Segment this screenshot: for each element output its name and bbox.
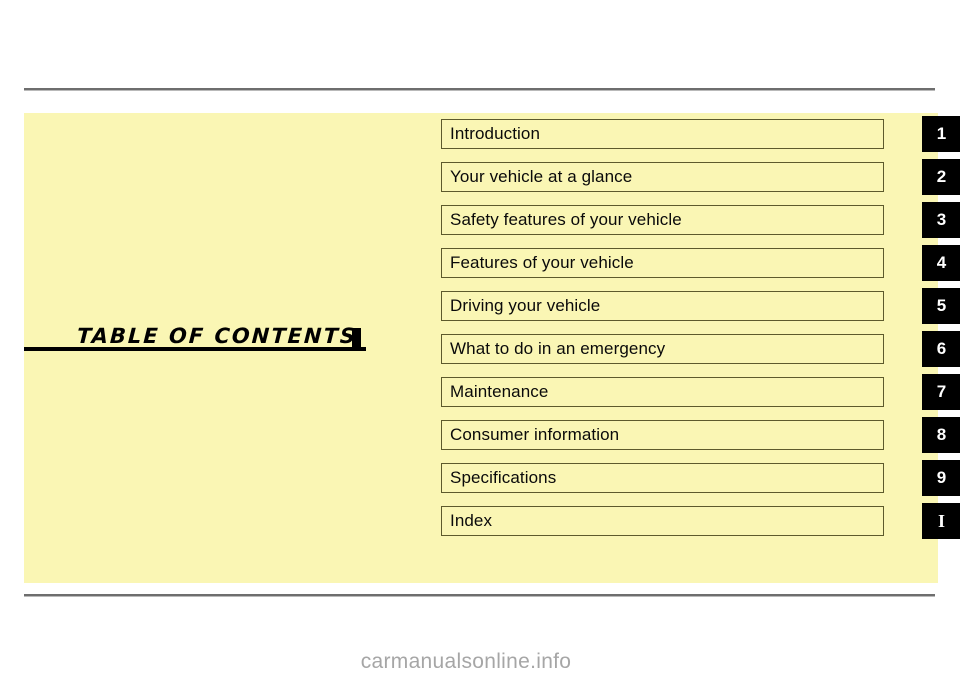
document-page: TABLE OF CONTENTS Introduction 1 Your ve… [0,0,960,689]
toc-badge-1[interactable]: 1 [922,116,960,152]
toc-entry-index[interactable]: Index [441,506,884,536]
table-of-contents-row: Your vehicle at a glance 2 [441,159,960,195]
toc-badge-5[interactable]: 5 [922,288,960,324]
table-of-contents-row: Consumer information 8 [441,417,960,453]
toc-badge-index[interactable]: I [922,503,960,539]
table-of-contents-row: Features of your vehicle 4 [441,245,960,281]
table-of-contents-row: Introduction 1 [441,116,960,152]
table-of-contents-row: Safety features of your vehicle 3 [441,202,960,238]
footer-rule [24,594,935,597]
toc-entry-consumer-information[interactable]: Consumer information [441,420,884,450]
toc-badge-9[interactable]: 9 [922,460,960,496]
toc-entry-features-of-your-vehicle[interactable]: Features of your vehicle [441,248,884,278]
table-of-contents-row: Specifications 9 [441,460,960,496]
toc-badge-4[interactable]: 4 [922,245,960,281]
table-of-contents-row: Maintenance 7 [441,374,960,410]
toc-entry-your-vehicle-at-a-glance[interactable]: Your vehicle at a glance [441,162,884,192]
toc-entry-driving-your-vehicle[interactable]: Driving your vehicle [441,291,884,321]
toc-badge-8[interactable]: 8 [922,417,960,453]
table-of-contents-row: What to do in an emergency 6 [441,331,960,367]
toc-entry-maintenance[interactable]: Maintenance [441,377,884,407]
table-of-contents-row: Index I [441,503,960,539]
page-title: TABLE OF CONTENTS [76,324,358,348]
table-of-contents-list: Introduction 1 Your vehicle at a glance … [441,116,960,539]
toc-entry-safety-features-of-your-vehicle[interactable]: Safety features of your vehicle [441,205,884,235]
toc-badge-2[interactable]: 2 [922,159,960,195]
table-of-contents-row: Driving your vehicle 5 [441,288,960,324]
page-title-block: TABLE OF CONTENTS [24,303,369,357]
header-rule [24,88,935,91]
site-watermark: carmanualsonline.info [360,650,572,673]
toc-badge-6[interactable]: 6 [922,331,960,367]
toc-badge-7[interactable]: 7 [922,374,960,410]
toc-badge-3[interactable]: 3 [922,202,960,238]
toc-entry-introduction[interactable]: Introduction [441,119,884,149]
toc-entry-what-to-do-in-an-emergency[interactable]: What to do in an emergency [441,334,884,364]
table-of-contents-panel: TABLE OF CONTENTS Introduction 1 Your ve… [24,113,960,583]
toc-entry-specifications[interactable]: Specifications [441,463,884,493]
